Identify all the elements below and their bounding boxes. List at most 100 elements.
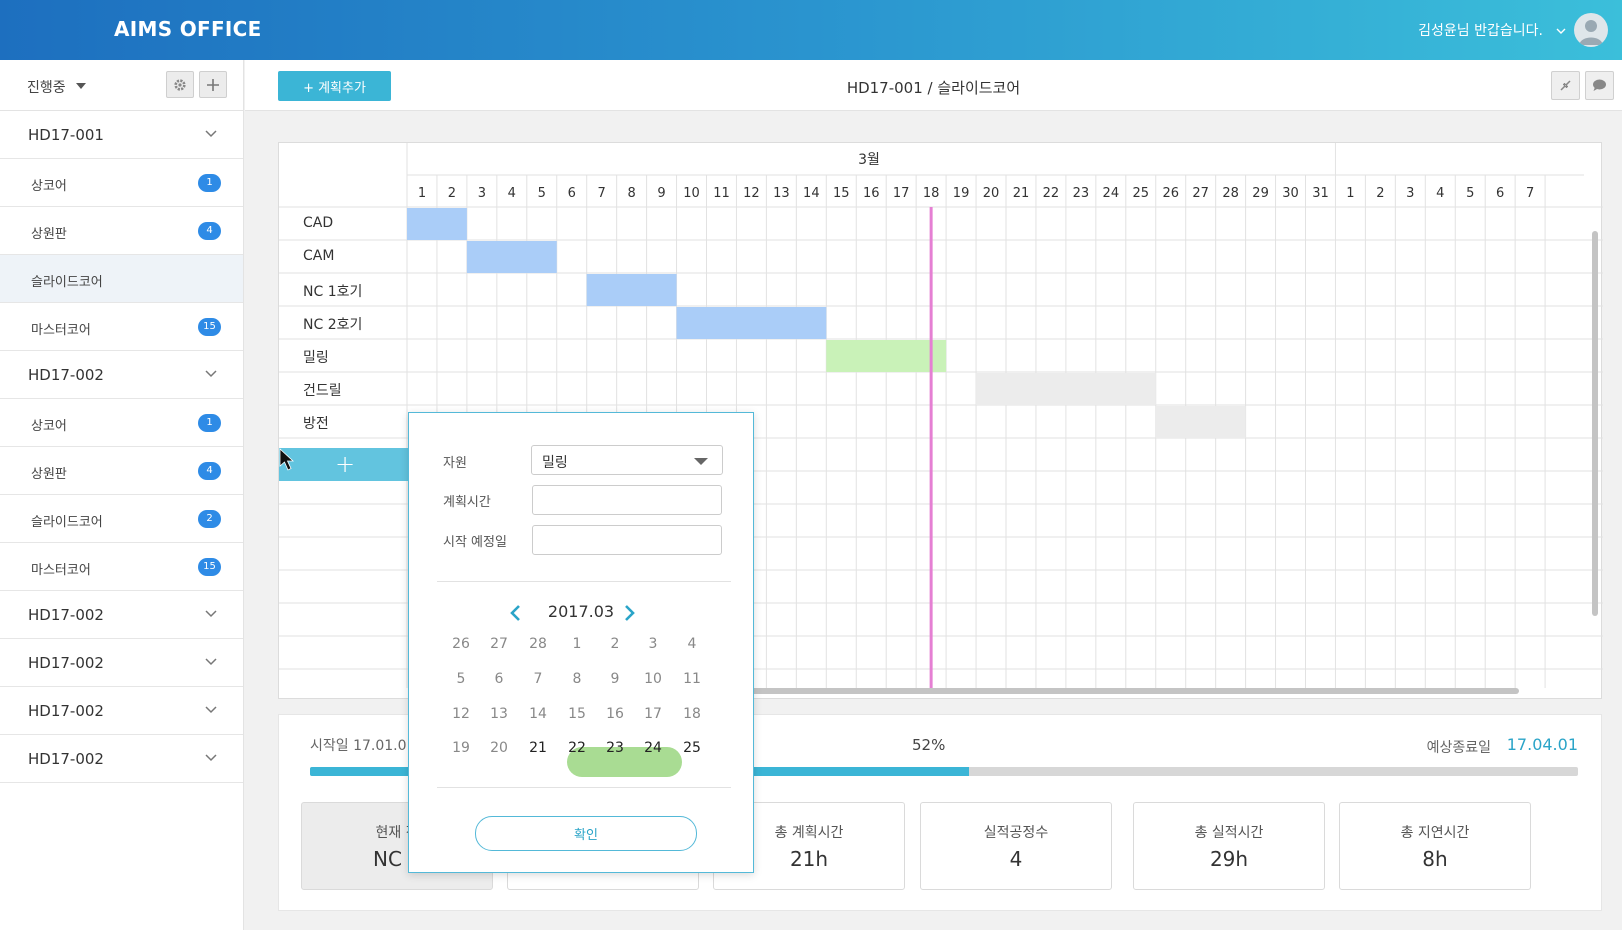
horizontal-scrollbar[interactable] — [739, 688, 1519, 694]
chevron-down-icon[interactable] — [205, 658, 217, 666]
comment-button[interactable] — [1585, 71, 1614, 100]
project-group[interactable]: HD17-001 — [0, 111, 243, 159]
stat-label: 실적공정수 — [983, 825, 1049, 841]
resource-row-label: 건드릴 — [303, 383, 342, 399]
calendar-day[interactable]: 17 — [634, 706, 672, 722]
resource-row-label: 밀링 — [303, 350, 329, 366]
calendar-day[interactable]: 1 — [558, 636, 596, 652]
settings-button[interactable] — [166, 71, 194, 98]
user-greeting[interactable]: 김성윤님 반갑습니다. — [1418, 20, 1543, 40]
schedule-bar[interactable] — [1155, 406, 1246, 438]
calendar-day[interactable]: 26 — [442, 636, 480, 652]
project-group[interactable]: HD17-002 — [0, 735, 243, 783]
add-row-button[interactable]: + — [279, 448, 409, 481]
resource-value: 밀링 — [542, 455, 568, 471]
resource-row-label: 방전 — [303, 416, 329, 432]
start-date: 시작일 17.01.0 — [310, 738, 407, 754]
user-avatar[interactable] — [1574, 13, 1608, 47]
schedule-bar[interactable] — [826, 340, 947, 372]
calendar-day[interactable]: 8 — [558, 671, 596, 687]
calendar-day[interactable]: 14 — [519, 706, 557, 722]
sidebar-item-label: 상코어 — [31, 179, 67, 194]
calendar-day[interactable]: 13 — [480, 706, 518, 722]
calendar-day[interactable]: 12 — [442, 706, 480, 722]
sidebar-item[interactable]: 마스터코어 15 — [0, 543, 243, 591]
day-label: 1 — [1346, 186, 1354, 201]
project-list: HD17-001 상코어 1 상원판 4 슬라이드코어 마스터코어 15 HD17-002 상코어… — [0, 111, 243, 783]
calendar-day[interactable]: 22 — [558, 740, 596, 756]
day-label: 3 — [478, 186, 486, 201]
calendar-day[interactable]: 16 — [596, 706, 634, 722]
plan-time-input[interactable] — [532, 485, 722, 515]
app-logo: AIMS OFFICE — [114, 17, 262, 41]
calendar-day[interactable]: 18 — [673, 706, 711, 722]
schedule-bar[interactable] — [407, 208, 467, 240]
day-label: 6 — [568, 186, 576, 201]
day-label: 16 — [863, 186, 880, 201]
start-date-input[interactable] — [532, 525, 722, 555]
calendar-day[interactable]: 6 — [480, 671, 518, 687]
calendar-month: 2017.03 — [547, 602, 615, 621]
chevron-right-icon[interactable] — [622, 604, 636, 622]
day-label: 31 — [1312, 186, 1329, 201]
calendar-day[interactable]: 23 — [596, 740, 634, 756]
day-label: 5 — [538, 186, 546, 201]
calendar-day[interactable]: 20 — [480, 740, 518, 756]
day-label: 12 — [743, 186, 760, 201]
calendar-day[interactable]: 27 — [480, 636, 518, 652]
confirm-button[interactable]: 확인 — [475, 816, 697, 851]
calendar-day[interactable]: 21 — [519, 740, 557, 756]
chevron-down-icon[interactable] — [205, 130, 217, 138]
progress-percent: 52% — [912, 736, 946, 754]
calendar-day[interactable]: 5 — [442, 671, 480, 687]
day-label: 11 — [713, 186, 730, 201]
caret-down-icon[interactable] — [76, 83, 86, 89]
calendar-day[interactable]: 10 — [634, 671, 672, 687]
calendar-day[interactable]: 25 — [673, 740, 711, 756]
calendar-day[interactable]: 28 — [519, 636, 557, 652]
project-sidebar: 진행중 HD17-001 상코어 1 상원판 4 슬라이드코어 마스터코어 15 HD17-00… — [0, 60, 244, 930]
stat-value: 4 — [1009, 847, 1023, 871]
calendar-day[interactable]: 2 — [596, 636, 634, 652]
sidebar-item[interactable]: 슬라이드코어 — [0, 255, 243, 303]
sidebar-item[interactable]: 상코어 1 — [0, 399, 243, 447]
calendar-day[interactable]: 24 — [634, 740, 672, 756]
schedule-bar[interactable] — [466, 241, 557, 273]
chevron-down-icon[interactable] — [205, 370, 217, 378]
schedule-bar[interactable] — [676, 307, 827, 339]
calendar-day[interactable]: 19 — [442, 740, 480, 756]
start-date-label: 시작 예정일 — [443, 535, 507, 550]
project-group[interactable]: HD17-002 — [0, 687, 243, 735]
calendar-day[interactable]: 7 — [519, 671, 557, 687]
chevron-down-icon[interactable] — [205, 754, 217, 762]
schedule-bar[interactable] — [586, 274, 677, 306]
sidebar-item[interactable]: 상원판 4 — [0, 207, 243, 255]
status-filter[interactable]: 진행중 — [27, 77, 66, 97]
calendar-day[interactable]: 4 — [673, 636, 711, 652]
resource-select[interactable]: 밀링 — [531, 445, 723, 475]
top-bar: AIMS OFFICE 김성윤님 반갑습니다. — [0, 0, 1622, 60]
calendar-day[interactable]: 9 — [596, 671, 634, 687]
project-group[interactable]: HD17-002 — [0, 639, 243, 687]
sidebar-item[interactable]: 마스터코어 15 — [0, 303, 243, 351]
sidebar-item[interactable]: 상원판 4 — [0, 447, 243, 495]
add-project-button[interactable] — [199, 71, 227, 98]
day-label: 13 — [773, 186, 790, 201]
calendar-day[interactable]: 11 — [673, 671, 711, 687]
day-label: 9 — [657, 186, 665, 201]
schedule-bar[interactable] — [976, 373, 1156, 405]
project-group[interactable]: HD17-002 — [0, 591, 243, 639]
project-group[interactable]: HD17-002 — [0, 351, 243, 399]
chevron-down-icon[interactable] — [205, 706, 217, 714]
resource-row-label: CAD — [303, 215, 334, 231]
chevron-down-icon[interactable] — [205, 610, 217, 618]
vertical-scrollbar[interactable] — [1592, 231, 1598, 616]
sidebar-item[interactable]: 슬라이드코어 2 — [0, 495, 243, 543]
calendar-day[interactable]: 3 — [634, 636, 672, 652]
sidebar-item[interactable]: 상코어 1 — [0, 159, 243, 207]
collapse-button[interactable] — [1551, 71, 1580, 100]
chevron-down-icon[interactable] — [1556, 26, 1566, 36]
count-badge: 2 — [198, 510, 221, 528]
calendar-day[interactable]: 15 — [558, 706, 596, 722]
day-label: 15 — [833, 186, 850, 201]
